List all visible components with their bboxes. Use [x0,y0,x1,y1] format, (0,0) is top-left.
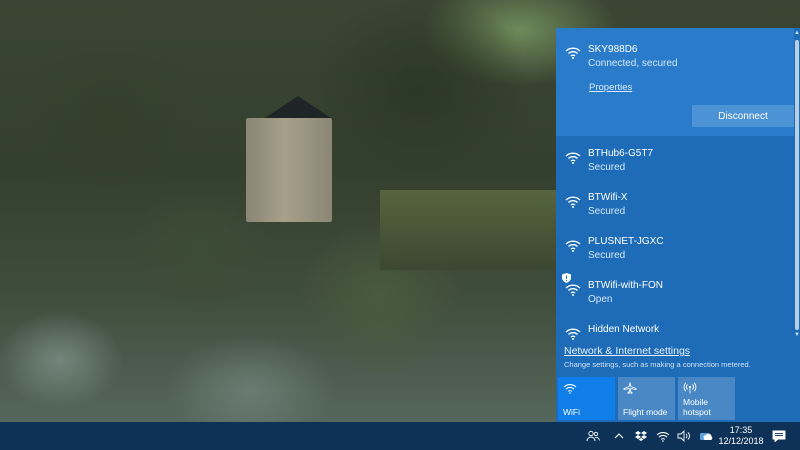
clock-date: 12/12/2018 [718,436,764,446]
wallpaper-tower-roof [262,96,334,120]
dropbox-icon[interactable] [634,430,648,442]
network-list[interactable]: SKY988D6 Connected, secured Properties D… [556,28,794,340]
wifi-icon[interactable] [656,430,670,442]
network-name: Hidden Network [588,324,660,335]
wifi-toggle-tile[interactable]: WiFi [558,377,615,420]
flight-mode-tile[interactable]: Flight mode [618,377,675,420]
action-center-icon[interactable] [772,430,786,442]
volume-icon[interactable] [677,430,691,442]
cloud-icon[interactable] [699,430,713,442]
connected-network[interactable]: SKY988D6 Connected, secured Properties D… [556,28,794,136]
wifi-icon [565,152,581,164]
wifi-icon [565,47,581,59]
quick-action-tiles: WiFi Flight mode Mobile hotspot [558,377,798,421]
mobile-hotspot-tile[interactable]: Mobile hotspot [678,377,735,420]
flight-mode-tile-label: Flight mode [623,407,668,417]
network-status: Secured [588,250,626,261]
hotspot-icon [683,382,697,394]
network-status: Secured [588,206,626,217]
shield-icon [562,273,571,283]
properties-link[interactable]: Properties [589,82,632,93]
wifi-shield-icon [565,284,581,296]
taskbar-clock[interactable]: 17:35 12/12/2018 [718,425,764,447]
mobile-hotspot-label-line-2: hotspot [683,407,711,417]
network-name: BTHub6-G5T7 [588,148,654,159]
network-list-scrollbar[interactable]: ▲ ▼ [794,28,800,340]
scroll-down-arrow-icon[interactable]: ▼ [794,332,800,338]
network-item[interactable]: BTWifi-with-FON Open [556,268,794,312]
wifi-icon [565,196,581,208]
connected-network-name: SKY988D6 [588,44,638,55]
network-status: Secured [588,162,626,173]
network-name: PLUSNET-JGXC [588,236,664,247]
mobile-hotspot-tile-label: Mobile hotspot [683,397,711,417]
network-settings-link[interactable]: Network & Internet settings [564,345,690,357]
people-icon[interactable] [586,430,600,442]
network-settings-description: Change settings, such as making a connec… [564,360,751,369]
network-item[interactable]: BTHub6-G5T7 Secured [556,136,794,180]
network-status: Open [588,294,613,305]
wifi-icon [565,328,581,340]
wallpaper-hillside [380,190,556,270]
taskbar: 17:35 12/12/2018 [0,422,800,450]
network-flyout: SKY988D6 Connected, secured Properties D… [556,28,800,422]
connected-network-status: Connected, secured [588,58,678,69]
clock-time: 17:35 [729,425,753,435]
network-item[interactable]: Hidden Network [556,312,794,340]
disconnect-button[interactable]: Disconnect [692,105,794,127]
chevron-up-icon[interactable] [612,430,626,442]
network-name: BTWifi-X [588,192,628,203]
wifi-icon [563,383,577,394]
wifi-tile-label: WiFi [563,407,580,417]
network-name: BTWifi-with-FON [588,280,663,291]
wifi-icon [565,240,581,252]
network-item[interactable]: PLUSNET-JGXC Secured [556,224,794,268]
wallpaper-tower [246,118,332,222]
scroll-up-arrow-icon[interactable]: ▲ [794,30,800,36]
airplane-icon [623,382,637,394]
network-item[interactable]: BTWifi-X Secured [556,180,794,224]
mobile-hotspot-label-line-1: Mobile [683,397,709,407]
scrollbar-thumb[interactable] [795,40,799,330]
